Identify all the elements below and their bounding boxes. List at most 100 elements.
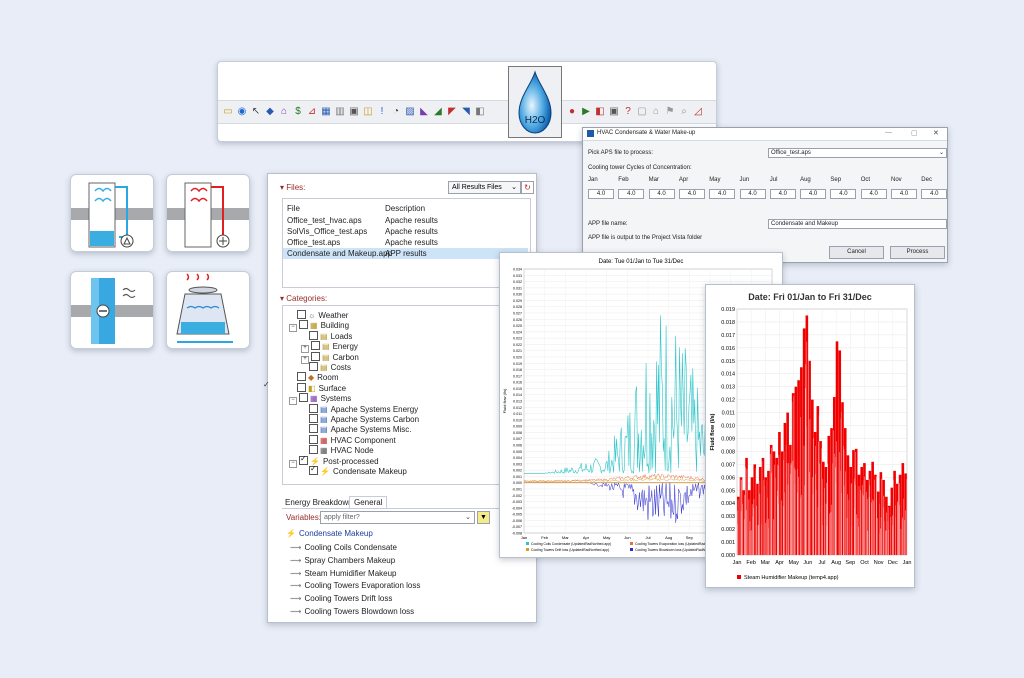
tree-checkbox[interactable] <box>309 403 318 413</box>
table-row[interactable]: SolVis_Office_test.aps Apache results <box>283 226 528 237</box>
search-icon[interactable]: ⌕ <box>678 105 690 118</box>
heating-coil-icon[interactable] <box>166 174 250 252</box>
tree-checkbox[interactable] <box>309 330 318 340</box>
collapse-arrow-icon[interactable]: ✓ <box>263 380 270 394</box>
table-row[interactable]: Office_test_hvac.aps Apache results <box>283 215 528 226</box>
tree-item[interactable]: + ▤ Energy <box>301 341 358 354</box>
month-cycle-input[interactable]: 4.0 <box>678 189 705 199</box>
tree-item[interactable]: ▦ HVAC Component <box>301 434 396 445</box>
results-filter-select[interactable]: All Results Files ⌄ <box>448 181 521 194</box>
filter-funnel-icon[interactable]: ▼ <box>477 511 490 524</box>
flag-icon[interactable]: ⚑ <box>664 105 676 118</box>
variable-filter-input[interactable]: apply filter? ⌄ <box>320 511 475 524</box>
results-icon[interactable]: ◫ <box>362 105 374 118</box>
chart-e-icon[interactable]: ◧ <box>474 105 486 118</box>
tree-item[interactable]: ⚡Condensate Makeup <box>301 464 407 476</box>
lock-icon[interactable]: ▢ <box>636 105 648 118</box>
table-icon[interactable]: ▦ <box>320 105 332 118</box>
chart-a-icon[interactable]: ◣ <box>418 105 430 118</box>
tree-checkbox[interactable] <box>299 320 308 330</box>
cooling-tower-icon[interactable] <box>166 271 250 349</box>
tree-checkbox[interactable] <box>297 382 306 392</box>
tree-item[interactable]: −⚡Post-processed <box>289 454 379 468</box>
tree-item[interactable]: ◧ Surface <box>289 382 346 393</box>
tree-checkbox[interactable] <box>297 372 306 382</box>
month-cycle-input[interactable]: 4.0 <box>800 189 827 199</box>
month-cycle-input[interactable]: 4.0 <box>618 189 645 199</box>
app-file-input[interactable]: Condensate and Makeup <box>768 219 947 229</box>
tree-item[interactable]: ▤ Apache Systems Energy <box>301 403 418 414</box>
ruler-icon[interactable]: ◿ <box>692 105 704 118</box>
tree-checkbox[interactable] <box>309 434 318 444</box>
expand-toggle-icon[interactable]: − <box>289 397 297 406</box>
image-icon[interactable]: ▨ <box>404 105 416 118</box>
question-icon[interactable]: ? <box>622 105 634 118</box>
pause-icon[interactable]: ◧ <box>594 105 606 118</box>
tree-checkbox[interactable] <box>311 341 320 351</box>
dollar-icon[interactable]: $ <box>292 105 304 118</box>
tree-item[interactable]: ◆ Room <box>289 372 339 382</box>
save-icon[interactable]: ▣ <box>608 105 620 118</box>
expand-toggle-icon[interactable]: − <box>289 459 297 468</box>
variable-item[interactable]: ⟿ Cooling Coils Condensate <box>290 543 397 552</box>
month-cycle-input[interactable]: 4.0 <box>921 189 948 199</box>
tree-item[interactable]: − ▦ Systems <box>289 393 351 406</box>
help-icon[interactable]: ◉ <box>236 105 248 118</box>
bar-chart-icon[interactable]: ▥ <box>334 105 346 118</box>
open-folder-icon[interactable]: ▭ <box>222 105 234 118</box>
house-icon[interactable]: ⌂ <box>650 105 662 118</box>
steam-humidifier-icon[interactable] <box>70 271 154 349</box>
table-row[interactable]: Condensate and Makeup.app APP results <box>283 248 528 259</box>
tree-checkbox[interactable] <box>309 464 318 475</box>
variable-item[interactable]: ⟿ Cooling Towers Blowdown loss <box>290 607 414 616</box>
aps-file-select[interactable]: Office_test.aps ⌄ <box>768 148 947 158</box>
calculator-icon[interactable]: ▣ <box>348 105 360 118</box>
tree-checkbox[interactable] <box>299 393 308 403</box>
month-cycle-input[interactable]: 4.0 <box>739 189 766 199</box>
tree-item[interactable]: − ▦ Building <box>289 320 349 333</box>
tree-item[interactable]: + ▤ Carbon <box>301 351 359 364</box>
cube-icon[interactable]: ◆ <box>264 105 276 118</box>
zone-icon[interactable]: ⌂ <box>278 105 290 118</box>
month-cycle-input[interactable]: 4.0 <box>860 189 887 199</box>
pie-icon[interactable]: ◔ <box>390 105 402 118</box>
chart-icon[interactable]: ⊿ <box>306 105 318 118</box>
cursor-icon[interactable]: ↖ <box>250 105 262 118</box>
month-cycle-input[interactable]: 4.0 <box>891 189 917 199</box>
tree-item[interactable]: ☼ Weather <box>289 310 348 320</box>
variable-item[interactable]: ⟿ Cooling Towers Evaporation loss <box>290 581 420 590</box>
month-cycle-input[interactable]: 4.0 <box>830 189 857 199</box>
tree-item[interactable]: ▤ Costs <box>301 362 351 372</box>
water-drop-icon[interactable]: H2O <box>508 66 562 138</box>
variable-item[interactable]: ⟿ Spray Chambers Makeup <box>290 556 395 565</box>
cooling-coil-icon[interactable] <box>70 174 154 252</box>
month-cycle-input[interactable]: 4.0 <box>588 189 614 199</box>
variable-item[interactable]: ⟿ Steam Humidifier Makeup <box>290 569 397 578</box>
tab-energy-breakdown[interactable]: Energy Breakdown <box>285 498 353 507</box>
maximize-icon[interactable]: ▢ <box>911 129 918 137</box>
tree-item[interactable]: ▤ Apache Systems Misc. <box>301 424 411 434</box>
chart-d-icon[interactable]: ◥ <box>460 105 472 118</box>
close-icon[interactable]: ✕ <box>933 129 939 137</box>
chart-c-icon[interactable]: ◤ <box>446 105 458 118</box>
month-cycle-input[interactable]: 4.0 <box>648 189 675 199</box>
refresh-icon[interactable]: ↻ <box>521 181 534 194</box>
tree-checkbox[interactable] <box>309 445 318 455</box>
stop-icon[interactable]: ● <box>566 105 578 118</box>
exclamation-icon[interactable]: ! <box>376 105 388 118</box>
tree-item[interactable]: ▤ Apache Systems Carbon <box>301 414 419 424</box>
process-button[interactable]: Process <box>890 246 945 259</box>
tab-general[interactable]: General <box>349 496 388 508</box>
chart-b-icon[interactable]: ◢ <box>432 105 444 118</box>
variable-item[interactable]: ⟿ Cooling Towers Drift loss <box>290 594 392 603</box>
minimize-icon[interactable]: — <box>885 129 892 136</box>
tree-checkbox[interactable] <box>309 414 318 423</box>
tree-checkbox[interactable] <box>311 351 320 361</box>
month-cycle-input[interactable]: 4.0 <box>769 189 796 199</box>
tree-checkbox[interactable] <box>299 454 308 465</box>
play-icon[interactable]: ▶ <box>580 105 592 118</box>
tree-item[interactable]: ▦ HVAC Node <box>301 445 374 455</box>
table-row[interactable]: Office_test.aps Apache results <box>283 237 528 248</box>
tree-item[interactable]: ▤ Loads <box>301 330 352 341</box>
expand-toggle-icon[interactable]: − <box>289 324 297 333</box>
